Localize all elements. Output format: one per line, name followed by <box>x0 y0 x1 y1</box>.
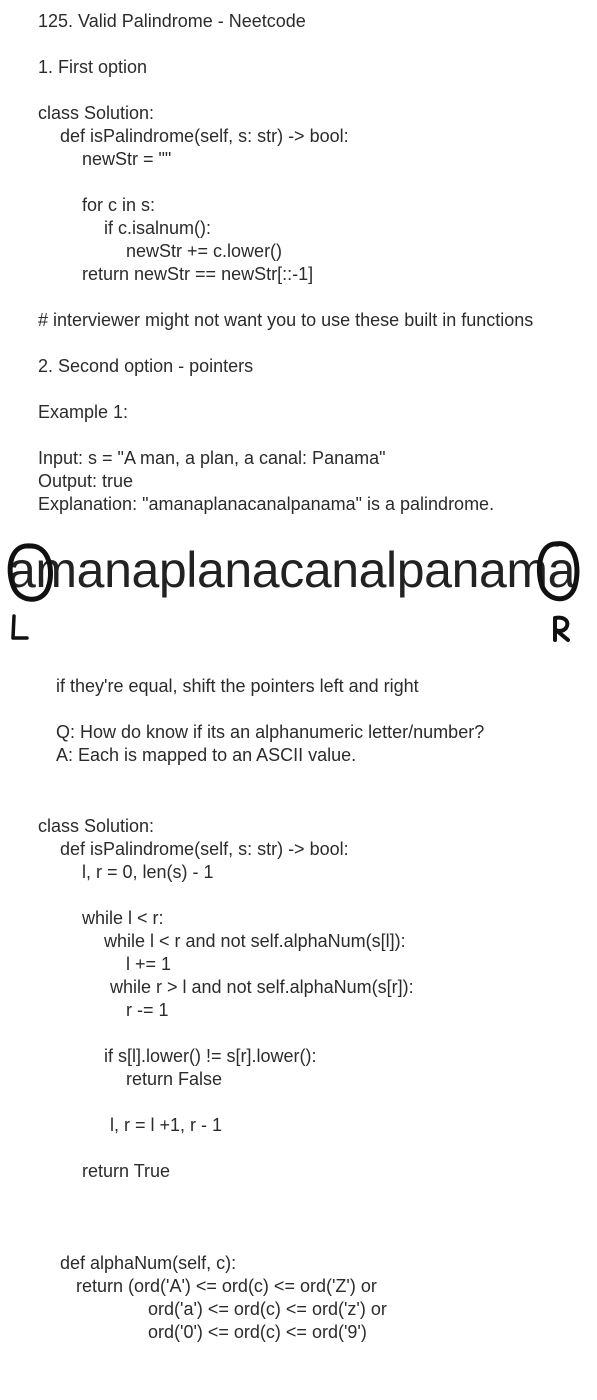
code-line: r -= 1 <box>126 1000 169 1020</box>
code-line: l, r = 0, len(s) - 1 <box>82 862 214 882</box>
comment-line: # interviewer might not want you to use … <box>38 310 534 330</box>
code-line: if c.isalnum(): <box>104 218 212 238</box>
code-line: while r > l and not self.alphaNum(s[r]): <box>110 977 414 997</box>
code-line: class Solution: <box>38 103 155 123</box>
code-line: while l < r: <box>82 908 164 928</box>
example-heading: Example 1: <box>38 402 129 422</box>
page-title: 125. Valid Palindrome - Neetcode <box>38 11 306 31</box>
option2-heading: 2. Second option - pointers <box>38 356 254 376</box>
shift-note: if they're equal, shift the pointers lef… <box>56 676 419 696</box>
example-output: Output: true <box>38 471 134 491</box>
palindrome-word: amanaplanacanalpanama <box>8 542 576 598</box>
code-line: return (ord('A') <= ord(c) <= ord('Z') o… <box>76 1276 377 1296</box>
code-line: return newStr == newStr[::-1] <box>82 264 314 284</box>
left-pointer-label <box>11 614 29 640</box>
option1-heading: 1. First option <box>38 57 148 77</box>
code-line: def isPalindrome(self, s: str) -> bool: <box>60 839 349 859</box>
example-input: Input: s = "A man, a plan, a canal: Pana… <box>38 448 386 468</box>
code-line: newStr = "" <box>82 149 172 169</box>
answer-note: A: Each is mapped to an ASCII value. <box>56 745 357 765</box>
code-line: return False <box>126 1069 223 1089</box>
code-line: if s[l].lower() != s[r].lower(): <box>104 1046 317 1066</box>
code-line: def isPalindrome(self, s: str) -> bool: <box>60 126 349 146</box>
code-line: newStr += c.lower() <box>126 241 283 261</box>
code-line: for c in s: <box>82 195 156 215</box>
code-line: ord('0') <= ord(c) <= ord('9') <box>148 1322 367 1342</box>
code-line: def alphaNum(self, c): <box>60 1253 237 1273</box>
code-line: l, r = l +1, r - 1 <box>110 1115 223 1135</box>
right-pointer-label <box>553 615 570 642</box>
code-line: return True <box>82 1161 171 1181</box>
code-line: l += 1 <box>126 954 172 974</box>
example-explanation: Explanation: "amanaplanacanalpanama" is … <box>38 494 495 514</box>
code-line: class Solution: <box>38 816 155 836</box>
code-line: ord('a') <= ord(c) <= ord('z') or <box>148 1299 387 1319</box>
code-line: while l < r and not self.alphaNum(s[l]): <box>104 931 406 951</box>
question-note: Q: How do know if its an alphanumeric le… <box>56 722 485 742</box>
